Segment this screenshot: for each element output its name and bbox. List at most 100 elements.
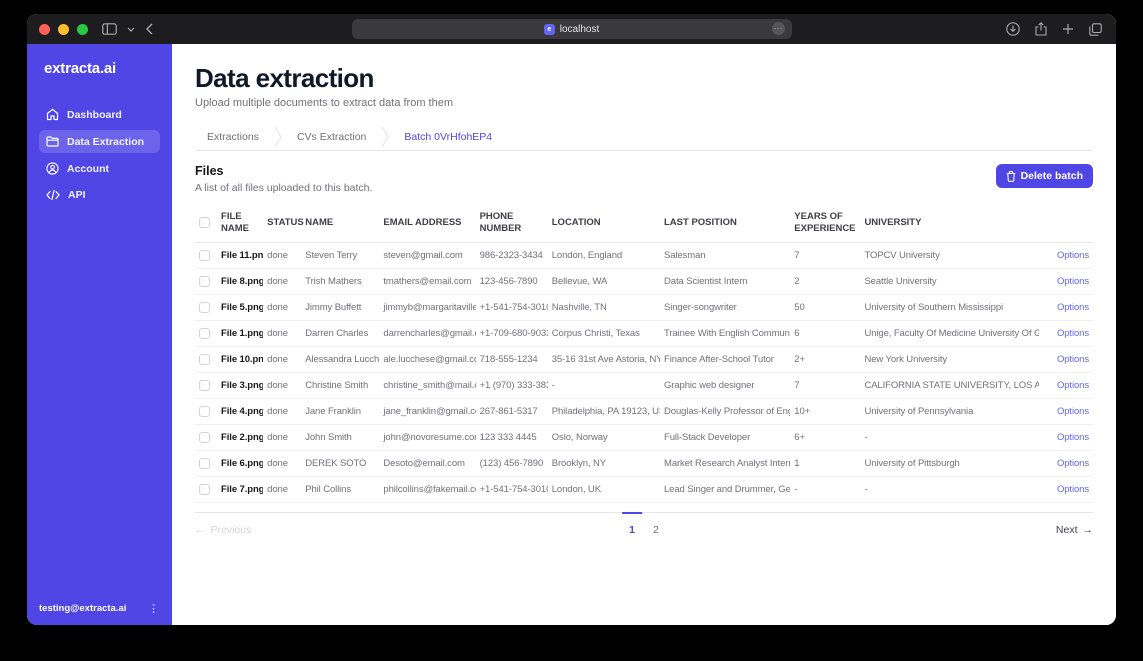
cell-file-name: File 7.png [217, 476, 264, 503]
row-options-link[interactable]: Options [1057, 250, 1089, 261]
close-window-button[interactable] [39, 23, 50, 35]
column-header-options [1038, 206, 1093, 243]
browser-toolbar-right [1006, 14, 1102, 44]
minimize-window-button[interactable] [58, 23, 69, 35]
row-options-link[interactable]: Options [1057, 276, 1089, 287]
row-options-link[interactable]: Options [1057, 458, 1089, 469]
cell-name: Steven Terry [301, 242, 380, 269]
row-checkbox[interactable] [199, 249, 210, 261]
desktop-background: e localhost ⋯ extracta.ai Dashboard Data… [0, 0, 1143, 661]
cell-years-of-experience: 6 [790, 320, 861, 347]
page-settings-icon[interactable]: ⋯ [771, 22, 785, 35]
site-favicon-icon: e [543, 23, 555, 35]
cell-last-position: Salesman [660, 242, 791, 269]
sidebar-item-data-extraction[interactable]: Data Extraction [39, 130, 160, 153]
downloads-icon[interactable] [1006, 22, 1020, 36]
delete-batch-button[interactable]: Delete batch [995, 164, 1093, 188]
sidebar-item-dashboard[interactable]: Dashboard [39, 103, 160, 126]
cell-location: London, England [547, 242, 660, 269]
kebab-menu-icon[interactable]: ⋮ [145, 602, 162, 615]
row-checkbox[interactable] [199, 431, 210, 443]
row-checkbox[interactable] [199, 405, 210, 417]
cell-status: done [263, 346, 302, 373]
column-header: STATUS [263, 206, 304, 243]
browser-titlebar: e localhost ⋯ [27, 14, 1116, 44]
row-checkbox[interactable] [199, 301, 210, 313]
table-header-row: FILE NAME STATUS NAME EMAIL ADDRESS PHONE NU… [195, 206, 1093, 243]
cell-file-name: File 11.png [217, 242, 264, 269]
tab-cvs-extraction[interactable]: CVs Extraction [283, 131, 380, 143]
cell-years-of-experience: 7 [790, 372, 861, 399]
cell-email: jane_franklin@gmail.com [379, 398, 476, 425]
cell-phone: +1-709-680-9033 [475, 320, 548, 347]
app-sidebar: extracta.ai Dashboard Data Extraction Ac… [27, 44, 172, 625]
row-options-link[interactable]: Options [1057, 354, 1089, 365]
cell-name: Darren Charles [301, 320, 380, 347]
tab-extractions[interactable]: Extractions [195, 131, 273, 143]
row-options-link[interactable]: Options [1057, 302, 1089, 313]
sidebar-item-label: Dashboard [67, 108, 122, 121]
cell-location: Nashville, TN [547, 294, 660, 321]
share-icon[interactable] [1035, 22, 1047, 36]
cell-university: University of Pennsylvania [860, 398, 1039, 425]
sidebar-toggle-icon[interactable] [102, 23, 117, 35]
column-header: LOCATION [547, 206, 660, 243]
column-header: PHONE NUMBER [475, 206, 548, 243]
cell-status: done [263, 294, 302, 321]
cell-phone: +1-541-754-3010 [475, 294, 548, 321]
row-options-link[interactable]: Options [1057, 432, 1089, 443]
cell-file-name: File 2.png [217, 424, 264, 451]
pagination-page-1[interactable]: 1 [620, 511, 644, 536]
row-options-link[interactable]: Options [1057, 380, 1089, 391]
row-checkbox[interactable] [199, 275, 210, 287]
table-row: File 10.pngdoneAlessandra Luccheseale.lu… [195, 346, 1093, 373]
cell-file-name: File 8.png [217, 268, 264, 295]
address-url: localhost [559, 23, 600, 35]
cell-last-position: Finance After-School Tutor [660, 346, 791, 373]
cell-phone: (123) 456-7890 [475, 450, 548, 477]
row-checkbox[interactable] [199, 483, 210, 495]
cell-phone: 267-861-5317 [475, 398, 548, 425]
table-row: File 8.png done Trish Mathers tmathers@emai… [195, 268, 1093, 295]
user-email: testing@extracta.ai [39, 603, 127, 614]
cell-email: steven@gmail.com [379, 242, 476, 269]
address-bar[interactable]: e localhost ⋯ [351, 19, 792, 39]
cell-last-position: Data Scientist Intern [660, 268, 791, 295]
select-all-checkbox[interactable] [199, 216, 210, 228]
cell-last-position: Trainee With English Communications [660, 320, 791, 347]
sidebar-item-account[interactable]: Account [39, 157, 160, 180]
sidebar-footer: testing@extracta.ai ⋮ [39, 602, 162, 615]
cell-status: done [263, 372, 302, 399]
tab-overview-icon[interactable] [1089, 22, 1102, 36]
tab-batch[interactable]: Batch 0VrHfohEP4 [390, 131, 506, 143]
cell-years-of-experience: - [790, 476, 861, 503]
cell-last-position: Singer-songwriter [660, 294, 791, 321]
table-row: File 11.pngdoneSteven Terrysteven@gmail.… [195, 242, 1093, 269]
cell-email: christine_smith@mail.com [379, 372, 476, 399]
zoom-window-button[interactable] [77, 23, 88, 35]
table-row: File 7.png done Phil Collins philcollins@fa… [195, 476, 1093, 503]
new-tab-icon[interactable] [1062, 23, 1074, 35]
table-row: File 2.png done John Smith john@novoresume.… [195, 424, 1093, 451]
cell-years-of-experience: 7 [790, 242, 861, 269]
chevron-down-icon[interactable] [127, 27, 135, 32]
cell-status: done [263, 450, 302, 477]
row-checkbox[interactable] [199, 379, 210, 391]
row-options-link[interactable]: Options [1057, 328, 1089, 339]
pagination-page-2[interactable]: 2 [644, 513, 668, 536]
row-checkbox[interactable] [199, 457, 210, 469]
row-checkbox[interactable] [199, 327, 210, 339]
files-subtitle: A list of all files uploaded to this bat… [195, 182, 373, 194]
pagination-previous[interactable]: ← Previous [195, 513, 251, 536]
cell-phone: +1-541-754-3010 [475, 476, 548, 503]
row-options-link[interactable]: Options [1057, 484, 1089, 495]
row-options-link[interactable]: Options [1057, 406, 1089, 417]
cell-years-of-experience: 1 [790, 450, 861, 477]
cell-email: john@novoresume.com [379, 424, 476, 451]
pagination-next[interactable]: Next → [1056, 513, 1093, 536]
cell-email: darrencharles@gmail.com [379, 320, 476, 347]
back-icon[interactable] [145, 23, 153, 35]
row-checkbox[interactable] [199, 353, 210, 365]
cell-email: philcollins@fakemail.com [379, 476, 476, 503]
sidebar-item-api[interactable]: API [39, 184, 160, 206]
